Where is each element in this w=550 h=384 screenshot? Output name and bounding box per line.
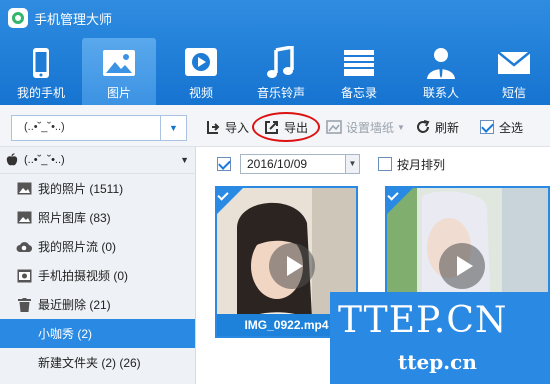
sidebar-item-phone-videos[interactable]: 手机拍摄视频 (0)	[0, 261, 195, 290]
app-title-text: 手机管理大师	[34, 11, 113, 27]
nav-label: 音乐铃声	[256, 86, 305, 100]
sort-by-month-checkbox[interactable]	[378, 157, 392, 171]
nav-my-phone[interactable]: 我的手机	[0, 38, 82, 105]
nav-video[interactable]: 视频	[164, 38, 238, 105]
nav-label: 我的手机	[16, 86, 65, 100]
checkbox-icon	[480, 120, 494, 134]
device-select[interactable]: (..•˘_˘•..) ▼	[11, 115, 187, 141]
wallpaper-label: 设置墙纸	[346, 120, 395, 135]
nav-memo[interactable]: 备忘录	[322, 38, 396, 105]
refresh-icon	[417, 120, 430, 133]
music-icon	[267, 46, 294, 78]
app-logo-icon	[8, 8, 28, 28]
refresh-label: 刷新	[435, 120, 460, 135]
nav-pictures[interactable]: 图片	[82, 38, 156, 105]
camera-video-icon	[16, 268, 32, 284]
photo-stream-icon	[16, 239, 32, 255]
nav-sms[interactable]: 短信	[478, 38, 550, 105]
export-highlight-annotation	[252, 112, 320, 142]
refresh-button[interactable]: 刷新	[415, 117, 459, 137]
sidebar-item-my-photos[interactable]: 我的照片 (1511)	[0, 174, 195, 203]
nav-label: 备忘录	[340, 86, 377, 100]
sidebar-item-label: 小咖秀 (2)	[38, 327, 93, 341]
contact-icon	[427, 48, 455, 79]
watermark-text: TTEP.CN	[338, 300, 508, 341]
chevron-down-icon: ▼	[397, 122, 405, 132]
nav-label: 图片	[106, 86, 131, 100]
sms-icon	[497, 51, 531, 74]
sidebar-item-photo-stream[interactable]: 我的照片流 (0)	[0, 232, 195, 261]
nav-label: 联系人	[422, 86, 459, 100]
caret-down-icon: ▼	[180, 155, 189, 165]
phone-icon	[33, 48, 49, 78]
import-label: 导入	[225, 120, 250, 135]
filter-row: 2016/10/09 ▼ 按月排列	[217, 153, 445, 175]
nav-label: 视频	[188, 86, 213, 100]
date-picker[interactable]: 2016/10/09 ▼	[240, 154, 360, 174]
chevron-down-icon[interactable]: ▼	[160, 116, 186, 140]
wallpaper-icon	[326, 120, 342, 134]
date-value: 2016/10/09	[247, 157, 308, 171]
album-sidebar: (..•˘_˘•..) ▼ 我的照片 (1511) 照片图库 (83) 我的照片…	[0, 147, 196, 384]
device-tree-header[interactable]: (..•˘_˘•..) ▼	[0, 147, 195, 174]
watermark: TTEP.CN ttep.cn	[330, 292, 550, 384]
gallery-icon	[16, 210, 32, 226]
nav-contacts[interactable]: 联系人	[404, 38, 478, 105]
watermark-url: ttep.cn	[398, 350, 477, 374]
select-all-checkbox[interactable]: 全选	[480, 117, 523, 137]
chevron-down-icon[interactable]: ▼	[345, 155, 359, 173]
main-nav: 我的手机 图片 视频 音乐铃声 备忘录 联系人 短信	[0, 38, 550, 105]
sidebar-item-label: 手机拍摄视频 (0)	[38, 269, 129, 283]
apple-icon	[6, 153, 18, 166]
nav-label: 短信	[501, 86, 526, 100]
sidebar-item-label: 最近删除 (21)	[38, 298, 111, 312]
video-icon	[185, 48, 217, 76]
photos-icon	[16, 181, 32, 197]
sort-by-month-label: 按月排列	[397, 157, 446, 172]
sidebar-item-label: 我的照片 (1511)	[38, 182, 124, 196]
sidebar-item-new-folder[interactable]: 新建文件夹 (2) (26)	[0, 348, 195, 377]
select-all-label: 全选	[499, 120, 524, 135]
play-icon[interactable]	[439, 243, 485, 289]
sidebar-item-label: 我的照片流 (0)	[38, 240, 117, 254]
app-title: 手机管理大师	[8, 7, 112, 29]
import-icon	[207, 121, 220, 134]
import-button[interactable]: 导入	[205, 117, 249, 137]
device-tree-label: (..•˘_˘•..)	[24, 154, 65, 166]
nav-music[interactable]: 音乐铃声	[244, 38, 318, 105]
memo-icon	[344, 50, 374, 76]
sidebar-item-label: 新建文件夹 (2) (26)	[38, 356, 141, 370]
trash-icon	[16, 297, 32, 313]
sidebar-item-label: 照片图库 (83)	[38, 211, 111, 225]
picture-icon	[103, 50, 135, 76]
title-bar: 手机管理大师 我的手机 图片 视频 音乐铃声 备忘录 联系人 短信	[0, 0, 550, 105]
set-wallpaper-button[interactable]: 设置墙纸 ▼	[326, 117, 405, 137]
sidebar-item-xiaokaxiu[interactable]: 小咖秀 (2)	[0, 319, 195, 348]
sidebar-item-photo-library[interactable]: 照片图库 (83)	[0, 203, 195, 232]
sidebar-item-recently-deleted[interactable]: 最近删除 (21)	[0, 290, 195, 319]
play-icon[interactable]	[269, 243, 315, 289]
date-filter-checkbox[interactable]	[217, 157, 231, 171]
device-select-value: (..•˘_˘•..)	[24, 121, 65, 133]
